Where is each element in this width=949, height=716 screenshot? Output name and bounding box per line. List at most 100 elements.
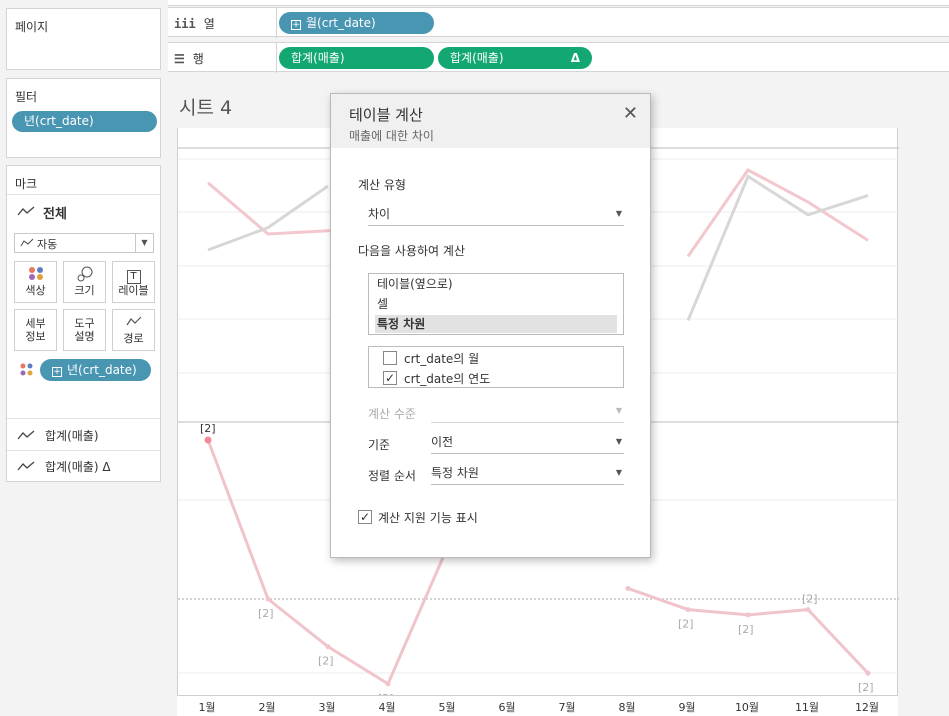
mark-type-select[interactable]: 자동 ▼ <box>14 233 154 253</box>
x-tick-label: 9월 <box>678 701 696 714</box>
list-item-cell[interactable]: 셀 <box>377 295 388 312</box>
mark-type-label: 자동 <box>37 238 58 251</box>
path-button[interactable]: 경로 <box>112 309 155 351</box>
data-label: [2] <box>200 422 216 435</box>
rows-pill-sum[interactable]: 합계(매출) <box>279 47 434 69</box>
marks-field-pill[interactable]: + 년(crt_date) <box>40 359 151 381</box>
tooltip-label-2: 설명 <box>74 330 95 343</box>
x-tick-label: 2월 <box>258 701 276 714</box>
size-label: 크기 <box>74 284 95 297</box>
relative-label: 기준 <box>368 438 391 452</box>
series-line-a <box>686 168 869 258</box>
delta-point[interactable] <box>745 612 751 618</box>
x-axis: 1월 2월 3월 4월 5월 6월 7월 8월 9월 10월 11월 12월 <box>177 695 898 716</box>
filter-pill-year[interactable]: 년(crt_date) <box>12 111 157 132</box>
expand-icon: + <box>52 367 62 377</box>
rows-pill-sum-delta[interactable]: 합계(매출) Δ <box>438 47 592 69</box>
x-tick-label: 6월 <box>498 701 516 714</box>
color-icon <box>15 266 56 284</box>
close-icon[interactable]: ✕ <box>623 103 638 124</box>
detail-button[interactable]: 세부 정보 <box>14 309 57 351</box>
data-label: [2] <box>858 681 874 694</box>
marks-all-row[interactable]: 전체 <box>17 203 157 223</box>
data-label: [2] <box>258 607 274 620</box>
label-label: 레이블 <box>118 284 149 297</box>
show-assist-label: 계산 지원 기능 표시 <box>378 511 478 525</box>
filters-panel: 필터 년(crt_date) <box>6 78 161 158</box>
relative-value: 이전 <box>431 435 454 449</box>
delta-point[interactable] <box>805 607 811 613</box>
delta-point[interactable] <box>685 607 691 613</box>
color-icon <box>20 363 33 376</box>
size-button[interactable]: 크기 <box>63 261 106 303</box>
path-label: 경로 <box>123 332 144 345</box>
rows-shelf[interactable]: ☰ 행 합계(매출) 합계(매출) Δ <box>168 42 949 73</box>
tooltip-button[interactable]: 도구 설명 <box>63 309 106 351</box>
list-item-table-across[interactable]: 테이블(옆으로) <box>377 275 453 292</box>
columns-shelf[interactable]: iii 열 + 월(crt_date) <box>168 7 949 38</box>
line-mark-icon <box>17 430 35 440</box>
label-glyph: T <box>126 270 141 284</box>
columns-shelf-label: iii 열 <box>174 17 215 31</box>
dialog-title: 테이블 계산 <box>349 106 423 124</box>
pages-panel: 페이지 <box>6 8 161 70</box>
rows-pill-delta-label: 합계(매출) <box>450 51 504 65</box>
calc-type-dropdown[interactable]: 차이 ▼ <box>368 204 624 226</box>
delta-point[interactable] <box>265 596 271 602</box>
columns-icon: iii <box>174 17 196 31</box>
checkbox-month-label: crt_date의 월 <box>404 352 480 366</box>
x-tick-label: 1월 <box>198 701 216 714</box>
rows-pill-sum-label: 합계(매출) <box>291 51 345 65</box>
list-item-specific-dimensions[interactable]: 특정 차원 <box>377 315 425 332</box>
path-icon <box>113 314 154 332</box>
color-label: 색상 <box>25 284 46 297</box>
rows-icon: ☰ <box>174 52 185 66</box>
sort-label: 정렬 순서 <box>368 469 416 483</box>
chevron-down-icon: ▼ <box>615 406 622 415</box>
dialog-subtitle: 매출에 대한 차이 <box>349 129 434 143</box>
tooltip-label-1: 도구 <box>74 317 95 330</box>
compute-using-list[interactable]: 테이블(옆으로) 셀 특정 차원 <box>368 273 624 335</box>
checkbox-year[interactable]: ✓ <box>383 371 397 385</box>
measure-row-sum[interactable]: 합계(매출) <box>17 427 157 447</box>
series-line-b <box>686 174 869 321</box>
dimensions-list: crt_date의 월 ✓ crt_date의 연도 <box>368 346 624 388</box>
label-button[interactable]: T 레이블 <box>112 261 155 303</box>
series-line-b <box>207 184 329 252</box>
measure-row-delta[interactable]: 합계(매출) Δ <box>17 458 157 478</box>
chevron-down-icon: ▼ <box>615 468 622 477</box>
sort-dropdown[interactable]: 특정 차원 ▼ <box>431 463 624 485</box>
marks-field-label: 년(crt_date) <box>67 363 137 377</box>
data-label: [2] <box>678 618 694 631</box>
detail-label-1: 세부 <box>25 317 46 330</box>
data-label: [2] <box>802 593 818 606</box>
marks-title: 마크 <box>15 177 38 191</box>
calc-type-label: 계산 유형 <box>358 178 406 192</box>
x-tick-label: 5월 <box>438 701 456 714</box>
checkbox-month[interactable] <box>383 351 397 365</box>
x-tick-label: 8월 <box>618 701 636 714</box>
columns-pill-month[interactable]: + 월(crt_date) <box>279 12 434 34</box>
detail-label-2: 정보 <box>25 330 46 343</box>
checkbox-year-label: crt_date의 연도 <box>404 372 491 386</box>
label-icon: T <box>113 266 154 284</box>
show-assist-checkbox[interactable]: ✓ <box>358 510 372 524</box>
marks-panel: 마크 전체 자동 ▼ 색상 크기 T 레이블 세부 정보 도구 설명 경로 + … <box>6 165 161 482</box>
compute-using-label: 다음을 사용하여 계산 <box>358 244 465 258</box>
delta-point[interactable] <box>385 681 391 687</box>
marks-field-row[interactable]: + 년(crt_date) <box>20 359 160 381</box>
calc-type-value: 차이 <box>368 207 391 221</box>
delta-point[interactable] <box>625 585 631 591</box>
x-tick-label: 4월 <box>378 701 396 714</box>
filters-title: 필터 <box>15 90 38 104</box>
chevron-down-icon: ▼ <box>615 437 622 446</box>
color-button[interactable]: 색상 <box>14 261 57 303</box>
sheet-title: 시트 4 <box>179 97 233 119</box>
delta-point[interactable] <box>865 670 871 676</box>
relative-dropdown[interactable]: 이전 ▼ <box>431 432 624 454</box>
x-tick-label: 12월 <box>854 701 880 714</box>
x-tick-label: 10월 <box>734 701 760 714</box>
delta-point[interactable] <box>325 644 331 650</box>
delta-icon: Δ <box>570 51 580 65</box>
delta-point[interactable] <box>204 436 212 444</box>
